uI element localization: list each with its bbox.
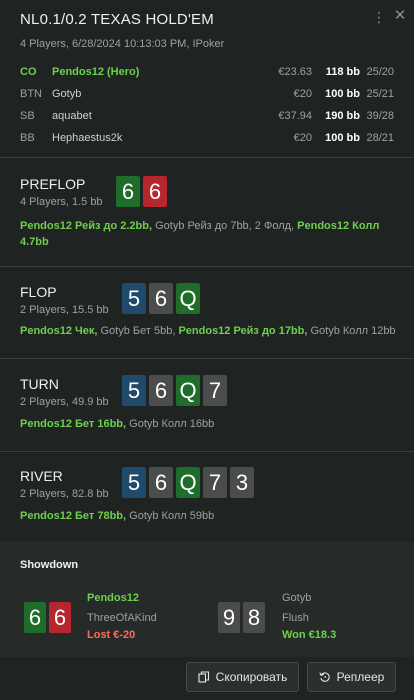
copy-icon (198, 671, 209, 683)
preflop-cards: 6 6 (116, 176, 167, 207)
player-stack-eur: €20 (293, 88, 312, 100)
action-text: Pendos12 Бет 16bb, (20, 418, 127, 430)
player-stack-bb: 100 bb (325, 88, 360, 100)
playing-card: Q (176, 375, 200, 406)
street-actions-turn: Pendos12 Бет 16bb, Gotyb Колл 16bb (20, 416, 400, 432)
player-position: CO (20, 66, 37, 78)
playing-card: 6 (149, 283, 173, 314)
villain-showdown-name: Gotyb (282, 592, 312, 604)
player-stack-bb: 100 bb (325, 132, 360, 144)
player-name: Pendos12 (Hero) (52, 66, 140, 78)
playing-card: 6 (149, 467, 173, 498)
playing-card: 6 (24, 602, 46, 633)
player-position: BTN (20, 88, 42, 100)
flop-cards: 5 6 Q (122, 283, 200, 314)
playing-card: 7 (203, 467, 227, 498)
replay-icon (318, 672, 330, 682)
action-text: Gotyb Колл 59bb (129, 510, 215, 522)
street-name-turn: TURN (20, 376, 59, 392)
playing-card: 6 (49, 602, 71, 633)
player-stack-bb: 118 bb (325, 66, 360, 78)
street-actions-river: Pendos12 Бет 78bb, Gotyb Колл 59bb (20, 508, 400, 524)
street-actions-preflop: Pendos12 Рейз до 2.2bb, Gotyb Рейз до 7b… (20, 218, 400, 250)
street-info-turn: 2 Players, 49.9 bb (20, 396, 109, 408)
street-info-flop: 2 Players, 15.5 bb (20, 304, 109, 316)
player-name: aquabet (52, 110, 92, 122)
hero-showdown-name: Pendos12 (87, 592, 139, 604)
more-menu-icon[interactable]: ⋮ (372, 8, 386, 26)
player-stack-eur: €20 (293, 132, 312, 144)
playing-card: 8 (243, 602, 265, 633)
turn-cards: 5 6 Q 7 (122, 375, 227, 406)
player-name: Gotyb (52, 88, 82, 100)
action-text: Gotyb Рейз до 7bb, 2 Фолд, (155, 220, 295, 232)
action-text: Gotyb Колл 12bb (310, 325, 396, 337)
player-stat: 28/21 (366, 132, 394, 144)
action-text: Pendos12 Чек, (20, 325, 98, 337)
street-name-river: RIVER (20, 468, 63, 484)
river-cards: 5 6 Q 7 3 (122, 467, 254, 498)
playing-card: 7 (203, 375, 227, 406)
action-text: Gotyb Колл 16bb (129, 418, 215, 430)
section-divider (0, 358, 414, 359)
action-text: Gotyb Бет 5bb, (100, 325, 176, 337)
hand-title: NL0.1/0.2 TEXAS HOLD'EM (20, 11, 214, 28)
showdown-title: Showdown (20, 559, 79, 571)
playing-card: 9 (218, 602, 240, 633)
playing-card: 6 (143, 176, 167, 207)
hero-showdown-hand: ThreeOfAKind (87, 612, 157, 624)
replay-button[interactable]: Реплеер (307, 662, 396, 692)
player-stat: 25/21 (366, 88, 394, 100)
copy-button-label: Скопировать (215, 670, 288, 684)
hero-showdown-cards: 6 6 (24, 602, 71, 633)
player-position: SB (20, 110, 35, 122)
player-position: BB (20, 132, 35, 144)
player-stack-eur: €23.63 (278, 66, 312, 78)
section-divider (0, 266, 414, 267)
villain-showdown-hand: Flush (282, 612, 309, 624)
player-stack-eur: €37.94 (278, 110, 312, 122)
hero-showdown-result: Lost €-20 (87, 629, 136, 641)
replay-button-label: Реплеер (336, 670, 385, 684)
playing-card: 5 (122, 375, 146, 406)
villain-showdown-result: Won €18.3 (282, 629, 337, 641)
close-icon[interactable]: ✕ (392, 7, 408, 25)
player-stat: 39/28 (366, 110, 394, 122)
action-text: Pendos12 Бет 78bb, (20, 510, 127, 522)
action-text: Pendos12 Рейз до 2.2bb, (20, 220, 153, 232)
playing-card: 6 (116, 176, 140, 207)
action-text: Pendos12 Рейз до 17bb, (178, 325, 308, 337)
player-row: BB Hephaestus2k €20 100 bb 28/21 (0, 128, 414, 148)
playing-card: 3 (230, 467, 254, 498)
player-stack-bb: 190 bb (325, 110, 360, 122)
player-name: Hephaestus2k (52, 132, 123, 144)
street-name-preflop: PREFLOP (20, 176, 86, 192)
section-divider (0, 451, 414, 452)
playing-card: 6 (149, 375, 173, 406)
hand-subtitle: 4 Players, 6/28/2024 10:13:03 PM, IPoker (20, 38, 225, 50)
player-stat: 25/20 (366, 66, 394, 78)
street-actions-flop: Pendos12 Чек, Gotyb Бет 5bb, Pendos12 Ре… (20, 323, 400, 339)
playing-card: Q (176, 467, 200, 498)
player-row: CO Pendos12 (Hero) €23.63 118 bb 25/20 (0, 62, 414, 82)
playing-card: Q (176, 283, 200, 314)
villain-showdown-cards: 9 8 (218, 602, 265, 633)
player-row: SB aquabet €37.94 190 bb 39/28 (0, 106, 414, 126)
section-divider (0, 157, 414, 158)
street-info-preflop: 4 Players, 1.5 bb (20, 196, 103, 208)
playing-card: 5 (122, 467, 146, 498)
street-name-flop: FLOP (20, 284, 57, 300)
copy-button[interactable]: Скопировать (186, 662, 299, 692)
playing-card: 5 (122, 283, 146, 314)
player-row: BTN Gotyb €20 100 bb 25/21 (0, 84, 414, 104)
street-info-river: 2 Players, 82.8 bb (20, 488, 109, 500)
